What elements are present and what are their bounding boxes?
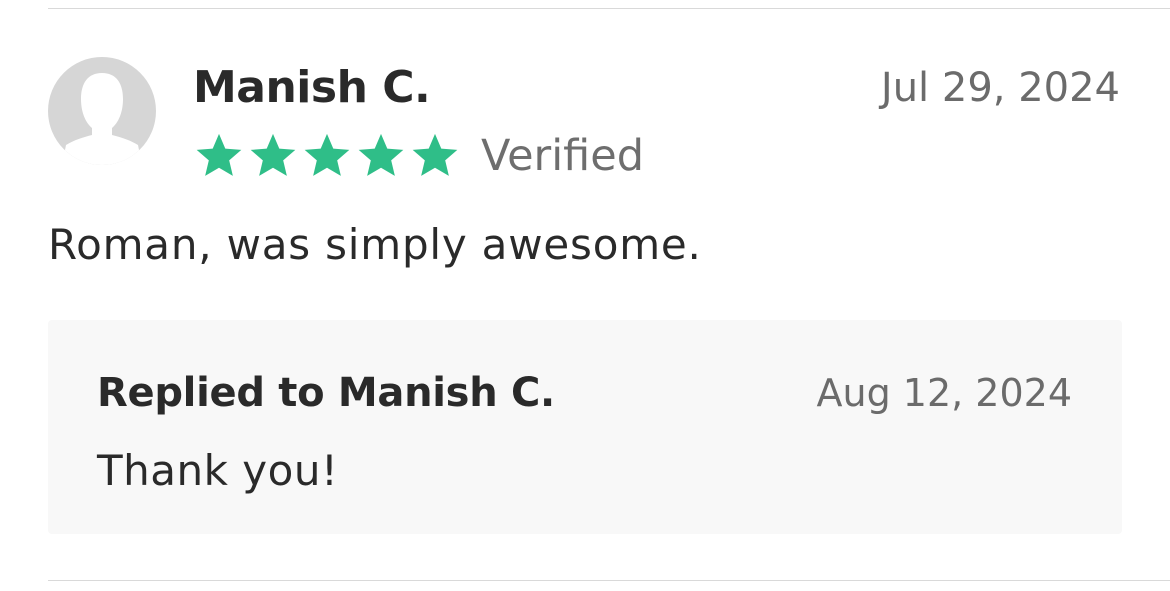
- star-icon: [304, 133, 350, 176]
- star-rating: [193, 130, 461, 182]
- star-icon: [358, 133, 404, 176]
- top-divider: [48, 8, 1170, 9]
- user-silhouette-icon: [62, 73, 142, 165]
- review-text: Roman, was simply awesome.: [48, 220, 702, 269]
- review-date: Jul 29, 2024: [880, 65, 1120, 111]
- star-icon: [412, 133, 458, 176]
- review-card: Manish C. Jul 29, 2024 Verified Roman, w…: [0, 0, 1170, 591]
- reply-date: Aug 12, 2024: [816, 371, 1073, 415]
- verified-label: Verified: [481, 131, 644, 181]
- reviewer-name: Manish C.: [193, 62, 431, 113]
- reply-box: Replied to Manish C. Aug 12, 2024 Thank …: [48, 320, 1122, 534]
- star-icon: [196, 133, 242, 176]
- reply-title: Replied to Manish C.: [97, 370, 555, 416]
- reply-text: Thank you!: [97, 446, 339, 495]
- avatar: [48, 57, 156, 165]
- bottom-divider: [48, 580, 1170, 581]
- star-icon: [250, 133, 296, 176]
